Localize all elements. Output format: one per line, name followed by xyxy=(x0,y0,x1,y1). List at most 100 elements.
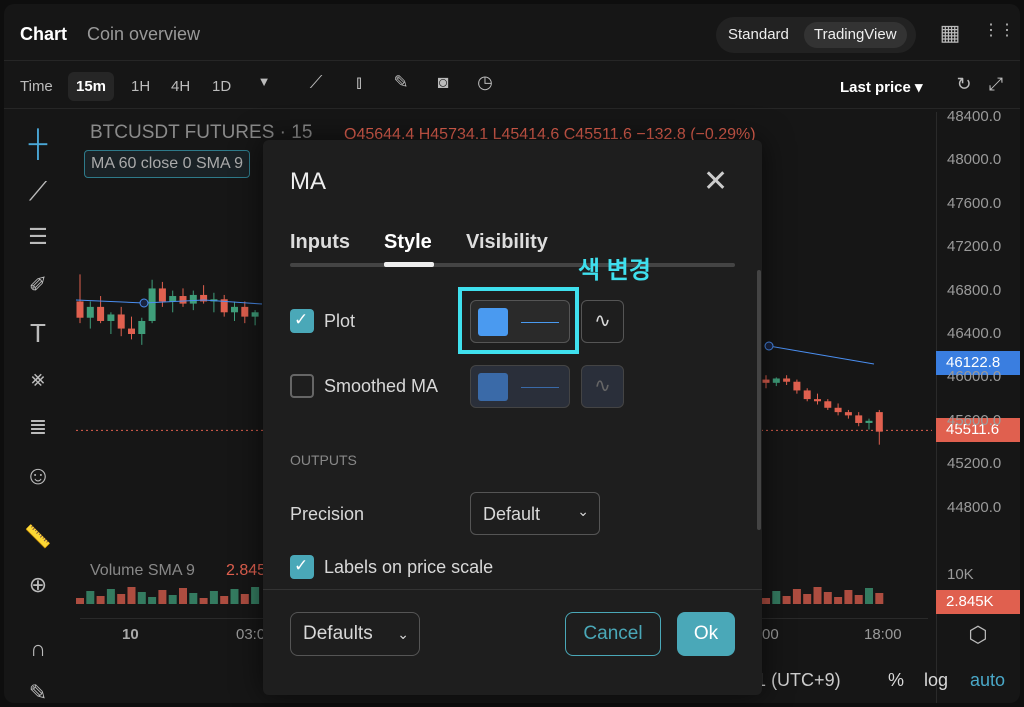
line-style-icon xyxy=(521,322,559,323)
ok-button[interactable]: Ok xyxy=(677,612,735,656)
candle xyxy=(169,296,177,302)
candle xyxy=(117,314,125,329)
volume-bar xyxy=(834,597,843,604)
price-label: 46400.0 xyxy=(947,325,1002,342)
time-label-18: 18:00 xyxy=(864,626,902,643)
price-label: 48400.0 xyxy=(947,108,1002,125)
defaults-select[interactable]: Defaults ⌄ xyxy=(290,612,420,656)
candle xyxy=(189,294,197,304)
volume-bar xyxy=(240,594,249,604)
scrollbar[interactable] xyxy=(757,270,761,530)
volume-bar xyxy=(854,595,863,604)
smoothed-ma-checkbox[interactable] xyxy=(290,374,314,398)
volume-bar xyxy=(782,596,791,604)
candle xyxy=(814,399,821,402)
volume-bar xyxy=(251,587,260,604)
volume-bar xyxy=(148,597,157,604)
price-label: 47200.0 xyxy=(947,238,1002,256)
cancel-button[interactable]: Cancel xyxy=(565,612,661,656)
time-label-03: 03:0 xyxy=(236,626,266,643)
volume-bar xyxy=(76,598,84,604)
candle xyxy=(834,407,842,413)
volume-bar xyxy=(106,589,115,604)
smoothed-line-style-icon xyxy=(521,387,559,388)
volume-bar xyxy=(168,595,177,604)
precision-label: Precision xyxy=(290,504,365,524)
plot-color-picker[interactable] xyxy=(470,300,570,343)
volume-bar xyxy=(189,593,198,604)
volume-bar xyxy=(792,589,801,604)
volume-bar xyxy=(230,589,239,604)
volume-bar xyxy=(209,591,218,604)
price-label: 48000.0 xyxy=(947,151,1002,169)
active-tab-indicator xyxy=(384,262,434,267)
volume-bar xyxy=(823,592,832,604)
precision-value: Default xyxy=(483,504,541,524)
volume-bar xyxy=(137,592,146,604)
labels-on-scale-checkbox[interactable]: ✓ xyxy=(290,555,314,579)
ma-point xyxy=(139,298,149,308)
close-icon[interactable]: ✕ xyxy=(703,164,728,199)
volume-bar xyxy=(127,587,136,604)
plot-color-swatch xyxy=(478,308,508,336)
candle xyxy=(783,378,791,382)
volume-bar xyxy=(86,591,95,604)
candle xyxy=(772,378,780,383)
tab-scroll-track[interactable] xyxy=(290,263,735,267)
volume-bar xyxy=(199,598,208,604)
candle xyxy=(231,306,238,313)
candle xyxy=(855,415,863,423)
candle xyxy=(865,420,873,423)
smoothed-color-swatch xyxy=(478,373,508,401)
time-label-10: 10 xyxy=(122,626,139,643)
log-toggle[interactable]: log xyxy=(924,670,948,691)
chevron-down-icon: ⌄ xyxy=(577,503,589,519)
tab-style[interactable]: Style xyxy=(384,231,432,254)
candle xyxy=(241,306,249,317)
candle xyxy=(86,306,94,318)
volume-axis-label: 10K xyxy=(947,566,974,583)
outputs-heading: OUTPUTS xyxy=(290,452,357,468)
volume-bar xyxy=(220,596,229,604)
price-label: 45600.0 xyxy=(947,411,1002,429)
volume-bar xyxy=(762,598,770,604)
candle xyxy=(148,288,156,321)
plot-checkbox[interactable]: ✓ xyxy=(290,309,314,333)
candle xyxy=(158,288,166,302)
volume-bar xyxy=(844,590,853,604)
defaults-label: Defaults xyxy=(303,623,373,644)
volume-bar xyxy=(865,588,873,604)
candle xyxy=(128,328,135,334)
precision-select[interactable]: Default ⌄ xyxy=(470,492,600,535)
plot-label: Plot xyxy=(324,311,356,331)
auto-toggle[interactable]: auto xyxy=(970,670,1005,691)
dialog-title: MA xyxy=(290,168,326,195)
tab-inputs[interactable]: Inputs xyxy=(290,231,350,254)
price-label: 46800.0 xyxy=(947,281,1002,299)
smoothed-ma-label: Smoothed MA xyxy=(324,376,439,396)
volume-bar xyxy=(179,588,187,604)
candle xyxy=(875,412,883,432)
volume-badge: 2.845K xyxy=(936,590,1020,614)
candle xyxy=(844,412,852,416)
volume-bar xyxy=(813,587,822,604)
smoothed-type-icon[interactable]: ∿ xyxy=(581,365,624,408)
smoothed-color-picker[interactable] xyxy=(470,365,570,408)
candle xyxy=(107,314,115,321)
percent-toggle[interactable]: % xyxy=(888,670,904,691)
volume-bar xyxy=(875,593,884,604)
labels-on-scale-label: Labels on price scale xyxy=(324,557,494,577)
candle xyxy=(97,306,105,321)
volume-bar xyxy=(96,596,105,604)
plot-type-icon[interactable]: ∿ xyxy=(581,300,624,343)
candle xyxy=(803,390,811,400)
tab-visibility[interactable]: Visibility xyxy=(466,231,548,254)
settings-hex-icon[interactable]: ⬡ xyxy=(958,622,998,648)
candle xyxy=(179,296,187,304)
price-label: 45200.0 xyxy=(947,455,1002,473)
candle xyxy=(762,379,770,383)
time-label-00: 00 xyxy=(762,626,779,643)
candle xyxy=(138,320,146,334)
volume-bar xyxy=(772,591,781,604)
candle xyxy=(824,401,832,408)
